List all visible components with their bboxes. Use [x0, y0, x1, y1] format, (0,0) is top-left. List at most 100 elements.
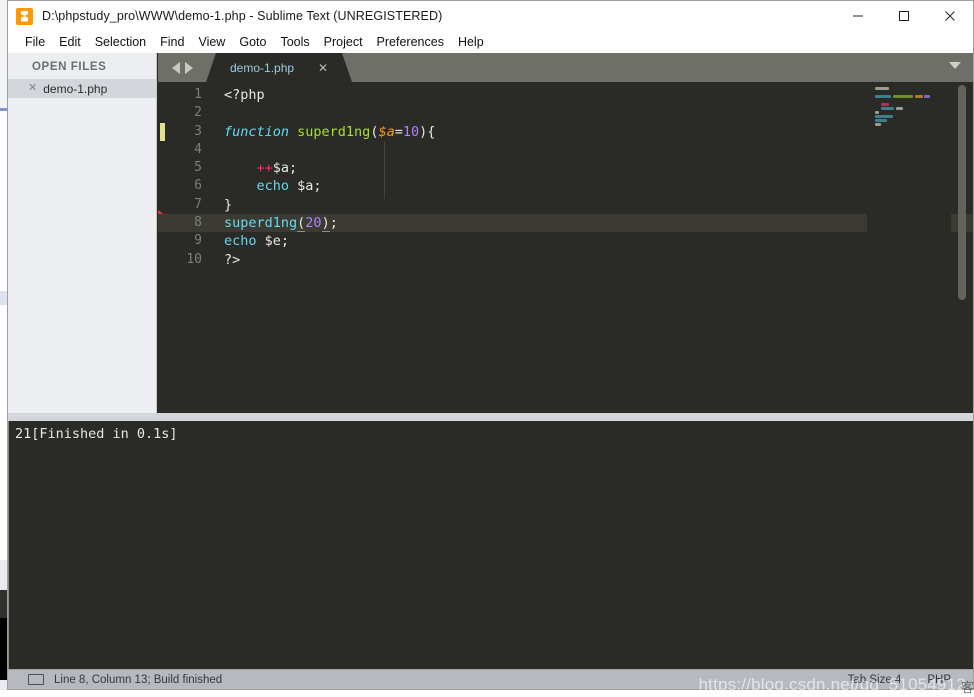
code-token: $a;	[289, 178, 322, 195]
sublime-text-screenshot: D:\phpstudy_pro\WWW\demo-1.php - Sublime…	[0, 0, 974, 697]
close-x-icon[interactable]: ✕	[28, 83, 37, 94]
editor-vertical-scrollbar[interactable]	[955, 82, 969, 413]
code-line-9: 9 echo $e;	[158, 232, 973, 250]
line-content: <?php	[202, 86, 265, 104]
line-content: function superd1ng($a=10){	[202, 123, 435, 141]
code-token: $a	[378, 123, 395, 140]
minimap-row	[875, 115, 893, 118]
code-line-4: 4	[158, 141, 973, 159]
arrow-left-icon[interactable]	[171, 61, 180, 74]
line-number: 6	[194, 178, 202, 194]
line-content: echo $e;	[202, 232, 289, 250]
maximize-button[interactable]	[881, 1, 927, 31]
menu-item-file[interactable]: File	[18, 33, 52, 51]
code-token: function	[224, 123, 298, 140]
code-token: ?>	[224, 251, 241, 268]
line-number: 8	[194, 215, 202, 231]
build-output-panel[interactable]: 21[Finished in 0.1s]	[8, 421, 973, 671]
panel-divider[interactable]	[8, 413, 973, 421]
line-content: superd1ng(20);	[202, 214, 338, 233]
code-line-10: 10 ?>	[158, 251, 973, 269]
code-line-3: 3 function superd1ng($a=10){	[158, 123, 973, 141]
code-token: <?php	[224, 87, 265, 103]
tab-close-icon[interactable]: ✕	[318, 62, 328, 74]
minimize-button[interactable]	[835, 1, 881, 31]
window-controls	[835, 1, 973, 31]
minimap[interactable]	[867, 82, 951, 413]
menu-item-goto[interactable]: Goto	[232, 33, 273, 51]
minimize-icon	[853, 15, 863, 17]
status-tab-size[interactable]: Tab Size 4	[848, 674, 902, 686]
menu-item-find[interactable]: Find	[153, 33, 191, 51]
minimap-row	[881, 103, 889, 106]
window-title: D:\phpstudy_pro\WWW\demo-1.php - Sublime…	[42, 9, 443, 23]
line-number: 9	[194, 233, 202, 249]
code-token: }	[224, 196, 233, 213]
line-content: ?>	[202, 251, 240, 269]
code-token: ++	[256, 160, 273, 177]
line-content: }	[202, 196, 232, 214]
tab-bar: demo-1.php ✕	[158, 53, 973, 82]
code-token: 10	[402, 123, 420, 140]
scrollbar-thumb[interactable]	[958, 85, 966, 300]
code-token: )	[321, 215, 330, 233]
line-number: 5	[194, 160, 202, 176]
minimap-row	[881, 107, 894, 110]
line-number: 4	[194, 141, 202, 157]
menu-item-preferences[interactable]: Preferences	[370, 33, 451, 51]
line-number: 3	[194, 123, 202, 139]
code-editor[interactable]: 1 <?php 2 3 function superd1ng($a=10){4…	[158, 82, 973, 413]
menu-bar: File Edit Selection Find View Goto Tools…	[8, 31, 973, 53]
code-line-8: 8 superd1ng(20);	[158, 214, 973, 233]
menu-item-help[interactable]: Help	[451, 33, 491, 51]
line-content: echo $a;	[202, 177, 322, 195]
status-syntax[interactable]: PHP	[927, 674, 951, 686]
arrow-right-icon[interactable]	[184, 61, 193, 74]
status-bar-right: Tab Size 4 PHP	[848, 674, 973, 686]
code-token: =	[394, 123, 403, 140]
minimap-row	[875, 87, 889, 90]
line-number: 10	[186, 251, 202, 267]
sidebar-section-open-files: OPEN FILES	[32, 61, 107, 73]
line-number: 2	[194, 105, 202, 121]
minimap-row	[893, 95, 913, 98]
menu-item-selection[interactable]: Selection	[88, 33, 153, 51]
code-token: $a;	[272, 160, 298, 177]
menu-item-view[interactable]: View	[191, 33, 232, 51]
close-icon	[945, 11, 955, 21]
sidebar-item-label: demo-1.php	[43, 81, 108, 96]
code-token: $e;	[256, 233, 290, 250]
sublime-logo-icon	[16, 7, 33, 25]
close-button[interactable]	[927, 1, 973, 31]
title-bar: D:\phpstudy_pro\WWW\demo-1.php - Sublime…	[8, 1, 973, 31]
sidebar-item-demo-1-php[interactable]: ✕ demo-1.php	[8, 79, 156, 98]
minimap-row	[896, 107, 903, 110]
code-lines: 1 <?php 2 3 function superd1ng($a=10){4…	[158, 86, 973, 269]
tab-label: demo-1.php	[230, 60, 295, 75]
workspace: OPEN FILES ✕ demo-1.php demo-1.php ✕ 1 <…	[8, 53, 973, 671]
code-token: superd1ng	[297, 123, 371, 140]
chevron-down-icon[interactable]	[949, 62, 961, 69]
tab-demo-1-php[interactable]: demo-1.php ✕	[206, 53, 352, 82]
menu-item-tools[interactable]: Tools	[273, 33, 316, 51]
status-bar: Line 8, Column 13; Build finished Tab Si…	[8, 669, 973, 689]
code-token: echo	[224, 233, 257, 250]
background-desktop-bottom	[0, 690, 974, 697]
minimap-row	[875, 111, 879, 114]
status-message: Line 8, Column 13; Build finished	[54, 673, 223, 686]
application-window: D:\phpstudy_pro\WWW\demo-1.php - Sublime…	[7, 0, 974, 690]
code-line-1: 1 <?php	[158, 86, 973, 104]
code-token: ){	[419, 123, 436, 140]
code-line-5: 5 ++$a;	[158, 159, 973, 177]
minimap-row	[875, 95, 891, 98]
minimap-row	[875, 119, 887, 122]
menu-item-edit[interactable]: Edit	[52, 33, 88, 51]
editor-column: demo-1.php ✕ 1 <?php 2 3 function superd…	[158, 53, 973, 413]
menu-item-project[interactable]: Project	[317, 33, 370, 51]
code-line-6: 6 echo $a;	[158, 177, 973, 195]
minimap-row	[875, 123, 881, 126]
line-content: ++$a;	[202, 159, 298, 177]
indent-guide	[384, 142, 385, 199]
minimap-row	[924, 95, 930, 98]
